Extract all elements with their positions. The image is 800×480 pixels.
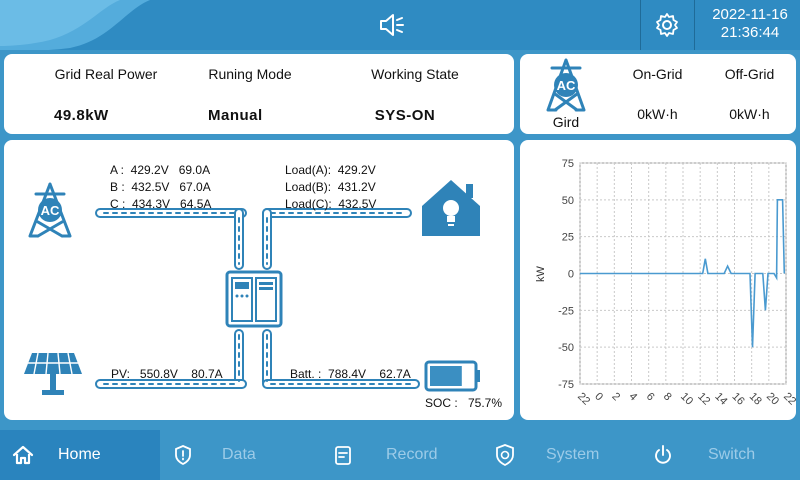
document-icon xyxy=(335,446,351,465)
grid-tower-icon: AC xyxy=(28,182,72,238)
y-tick-label: 25 xyxy=(562,232,574,244)
pv-reading: PV: 550.8V 80.7A xyxy=(111,367,223,381)
x-tick-label: 22 xyxy=(575,390,592,407)
power-flow-panel: AC A : 429.2V 69.0A B : 432.5V 67.0A C :… xyxy=(4,140,514,420)
shield-icon xyxy=(175,445,191,466)
settings-shield-icon xyxy=(496,444,514,466)
battery-reading: Batt. : 788.4V 62.7A xyxy=(290,367,411,381)
nav-record-label: Record xyxy=(386,446,438,463)
datetime: 2022-11-16 21:36:44 xyxy=(700,6,800,42)
nav-data-label: Data xyxy=(222,446,256,463)
nav-home-label: Home xyxy=(58,446,101,463)
on-grid-value: 0kW·h xyxy=(637,106,678,122)
state-value: SYS-ON xyxy=(374,107,436,124)
bottom-nav: Home Data Record System Switch xyxy=(0,430,800,480)
header-decoration xyxy=(0,0,150,50)
state-label: Working State xyxy=(371,66,459,82)
power-icon xyxy=(655,445,671,464)
y-tick-label: 50 xyxy=(562,195,574,207)
header-divider xyxy=(640,0,641,50)
mode-value: Manual xyxy=(208,107,263,124)
x-tick-label: 22 xyxy=(781,390,796,407)
y-axis-label: kW xyxy=(535,265,547,282)
off-grid-label: Off-Grid xyxy=(724,66,775,82)
soc-label: SOC : xyxy=(425,396,458,410)
nav-switch-label: Switch xyxy=(708,446,756,463)
y-tick-label: -75 xyxy=(558,379,574,391)
nav-system[interactable]: System xyxy=(494,430,644,480)
x-tick-label: 2 xyxy=(609,390,622,403)
on-grid-label: On-Grid xyxy=(632,66,683,82)
y-tick-label: 0 xyxy=(568,269,574,281)
x-tick-label: 16 xyxy=(730,390,747,407)
grid-power-value: 49.8kW xyxy=(54,107,109,124)
ac-tower-icon: AC xyxy=(546,58,586,112)
x-tick-label: 10 xyxy=(678,390,695,407)
summary-panel: Grid Real Power 49.8kW Runing Mode Manua… xyxy=(4,54,514,134)
x-tick-label: 4 xyxy=(627,390,640,403)
ac-tower-icon-label: AC xyxy=(557,78,576,93)
load-a-reading: Load(A): 429.2V xyxy=(285,163,376,177)
off-grid-value: 0kW·h xyxy=(729,106,770,122)
phase-a-reading: A : 429.2V 69.0A xyxy=(110,163,211,177)
phase-b-reading: B : 432.5V 67.0A xyxy=(110,180,211,194)
date-text: 2022-11-16 xyxy=(712,6,788,23)
nav-switch[interactable]: Switch xyxy=(652,430,800,480)
x-tick-label: 18 xyxy=(747,390,764,407)
grid-energy-panel: AC Gird On-Grid 0kW·h Off-Grid 0kW·h xyxy=(520,54,796,134)
power-flow-diagram: AC xyxy=(24,180,480,395)
batt-bus-line xyxy=(262,379,420,389)
time-text: 21:36:44 xyxy=(720,24,780,41)
x-tick-label: 0 xyxy=(592,390,605,403)
power-chart-panel: 75 50 25 0 -25 -50 -75 22 0 2 4 6 8 10 12 14 16 18 20 22 k… xyxy=(520,140,796,420)
solar-panel-icon xyxy=(24,352,82,395)
mode-label: Runing Mode xyxy=(208,66,292,82)
grid-power-label: Grid Real Power xyxy=(54,66,158,82)
nav-record[interactable]: Record xyxy=(332,430,482,480)
battery-icon xyxy=(424,360,480,392)
x-tick-label: 6 xyxy=(644,390,657,403)
header-divider xyxy=(694,0,695,50)
top-bar: 2022-11-16 21:36:44 xyxy=(0,0,800,50)
nav-system-label: System xyxy=(546,446,600,463)
inverter-cabinet-icon xyxy=(225,270,283,328)
nav-data[interactable]: Data xyxy=(172,430,312,480)
nav-home[interactable]: Home xyxy=(0,430,160,480)
y-tick-label: 75 xyxy=(562,158,574,170)
soc-value: 75.7% xyxy=(468,396,503,410)
home-icon xyxy=(12,445,34,465)
power-line-chart: 7550250-25-50-75 22 0 2 4 6 8 10 12 14 16 18 20 22 k… xyxy=(535,158,796,408)
load-b-reading: Load(B): 431.2V xyxy=(285,180,376,194)
load-c-reading: Load(C): 432.5V xyxy=(285,197,377,211)
speaker-icon[interactable] xyxy=(378,12,406,38)
house-load-icon xyxy=(422,180,480,236)
grid-caption: Gird xyxy=(552,114,580,130)
phase-c-reading: C : 434.3V 64.5A xyxy=(110,197,212,211)
x-tick-label: 14 xyxy=(712,390,729,407)
gear-icon[interactable] xyxy=(654,12,680,38)
battery-fill-level xyxy=(430,366,462,386)
x-tick-label: 20 xyxy=(764,390,781,407)
y-tick-label: -50 xyxy=(558,342,574,354)
grid-tower-icon-label: AC xyxy=(41,203,60,218)
x-tick-label: 12 xyxy=(695,390,712,407)
x-tick-label: 8 xyxy=(661,390,674,403)
y-tick-label: -25 xyxy=(558,305,574,317)
